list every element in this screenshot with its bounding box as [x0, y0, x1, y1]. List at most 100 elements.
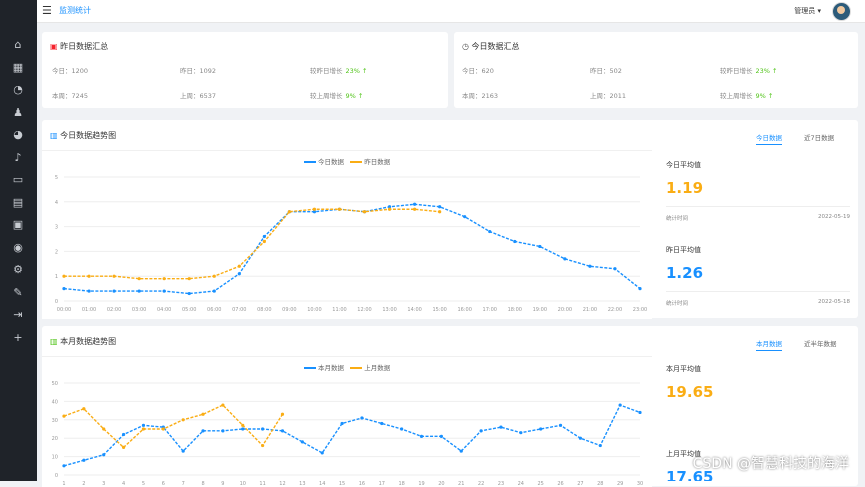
- data-point[interactable]: [82, 458, 86, 462]
- data-point[interactable]: [280, 429, 285, 433]
- data-point[interactable]: [439, 434, 443, 438]
- data-point[interactable]: [413, 207, 417, 211]
- tab-today[interactable]: 今日数据: [756, 132, 782, 145]
- data-point[interactable]: [221, 403, 225, 407]
- data-point[interactable]: [519, 431, 523, 435]
- data-point[interactable]: [538, 244, 542, 249]
- calendar-icon[interactable]: ▣: [11, 218, 25, 232]
- data-point[interactable]: [340, 421, 344, 426]
- chart-icon[interactable]: ◔: [11, 83, 25, 97]
- data-point[interactable]: [102, 453, 106, 457]
- data-point[interactable]: [558, 423, 563, 427]
- data-point[interactable]: [137, 289, 141, 293]
- map-icon[interactable]: ◉: [11, 241, 25, 255]
- data-point[interactable]: [261, 427, 265, 431]
- data-point[interactable]: [262, 234, 266, 239]
- data-point[interactable]: [638, 410, 642, 415]
- tab-this-month[interactable]: 本月数据: [756, 338, 782, 351]
- user-menu[interactable]: 管理员 ▾: [794, 6, 821, 16]
- tool-icon[interactable]: ✎: [11, 286, 25, 300]
- data-point[interactable]: [488, 229, 492, 234]
- data-point[interactable]: [438, 205, 442, 209]
- data-point[interactable]: [300, 440, 304, 444]
- user-icon[interactable]: ♟: [11, 106, 25, 120]
- data-point[interactable]: [237, 272, 241, 276]
- settings-icon[interactable]: ⚙: [11, 263, 25, 277]
- pie-icon[interactable]: ◕: [11, 128, 25, 142]
- table-icon[interactable]: ▦: [11, 61, 25, 75]
- data-point[interactable]: [187, 277, 191, 281]
- data-point[interactable]: [181, 449, 185, 453]
- data-point[interactable]: [212, 274, 216, 278]
- data-point[interactable]: [280, 412, 285, 416]
- data-point[interactable]: [162, 277, 166, 281]
- plus-icon[interactable]: +: [11, 331, 25, 345]
- data-point[interactable]: [387, 207, 392, 211]
- data-point[interactable]: [62, 464, 66, 468]
- data-point[interactable]: [261, 443, 265, 448]
- data-point[interactable]: [87, 274, 91, 278]
- breadcrumb[interactable]: 监测统计: [59, 5, 91, 16]
- data-point[interactable]: [112, 289, 116, 293]
- tab-half-year[interactable]: 近半年数据: [804, 338, 837, 350]
- data-point[interactable]: [618, 403, 622, 407]
- data-point[interactable]: [337, 207, 342, 211]
- data-point[interactable]: [513, 239, 517, 244]
- data-point[interactable]: [141, 423, 146, 427]
- file-icon[interactable]: ▤: [11, 196, 25, 210]
- folder-icon[interactable]: ▭: [11, 173, 25, 187]
- data-point[interactable]: [578, 436, 583, 440]
- card-title: ▣ 昨日数据汇总: [50, 42, 109, 51]
- data-point[interactable]: [87, 289, 91, 293]
- data-point[interactable]: [638, 287, 642, 291]
- data-point[interactable]: [613, 267, 617, 271]
- data-point[interactable]: [187, 291, 191, 296]
- data-point[interactable]: [121, 445, 126, 449]
- data-point[interactable]: [201, 429, 205, 433]
- data-point[interactable]: [141, 427, 146, 431]
- data-point[interactable]: [181, 418, 185, 422]
- data-point[interactable]: [62, 274, 66, 278]
- tab-7days[interactable]: 近7日数据: [804, 132, 834, 144]
- data-point[interactable]: [499, 425, 503, 429]
- data-point[interactable]: [62, 414, 66, 418]
- avatar[interactable]: [832, 2, 851, 21]
- data-point[interactable]: [362, 210, 367, 214]
- data-point[interactable]: [62, 287, 66, 291]
- data-point[interactable]: [212, 289, 216, 293]
- data-point[interactable]: [380, 421, 384, 426]
- data-point[interactable]: [400, 427, 404, 431]
- data-point[interactable]: [241, 423, 245, 427]
- data-point[interactable]: [479, 429, 483, 433]
- x-tick-label: 7: [182, 481, 185, 487]
- data-point[interactable]: [413, 202, 417, 206]
- data-point[interactable]: [563, 257, 567, 261]
- data-point[interactable]: [419, 434, 424, 438]
- data-point[interactable]: [102, 427, 106, 431]
- data-point[interactable]: [241, 427, 245, 431]
- data-point[interactable]: [459, 449, 463, 453]
- data-point[interactable]: [262, 239, 266, 244]
- export-icon[interactable]: ⇥: [11, 308, 25, 322]
- data-point[interactable]: [438, 210, 442, 214]
- data-point[interactable]: [221, 429, 225, 433]
- data-point[interactable]: [463, 215, 467, 219]
- data-point[interactable]: [137, 277, 141, 281]
- data-point[interactable]: [161, 427, 165, 431]
- data-point[interactable]: [360, 416, 364, 420]
- data-point[interactable]: [201, 412, 205, 416]
- data-point[interactable]: [539, 427, 543, 431]
- data-point[interactable]: [237, 264, 241, 268]
- data-point[interactable]: [320, 451, 324, 455]
- data-point[interactable]: [588, 264, 592, 268]
- data-point[interactable]: [82, 407, 86, 411]
- data-point[interactable]: [287, 210, 291, 214]
- bell-icon[interactable]: ♪: [11, 151, 25, 165]
- home-icon[interactable]: ⌂: [11, 38, 25, 52]
- data-point[interactable]: [121, 432, 126, 437]
- data-point[interactable]: [312, 207, 317, 211]
- menu-toggle-icon[interactable]: ☰: [42, 4, 52, 17]
- data-point[interactable]: [598, 443, 602, 448]
- data-point[interactable]: [162, 289, 166, 293]
- data-point[interactable]: [112, 274, 116, 278]
